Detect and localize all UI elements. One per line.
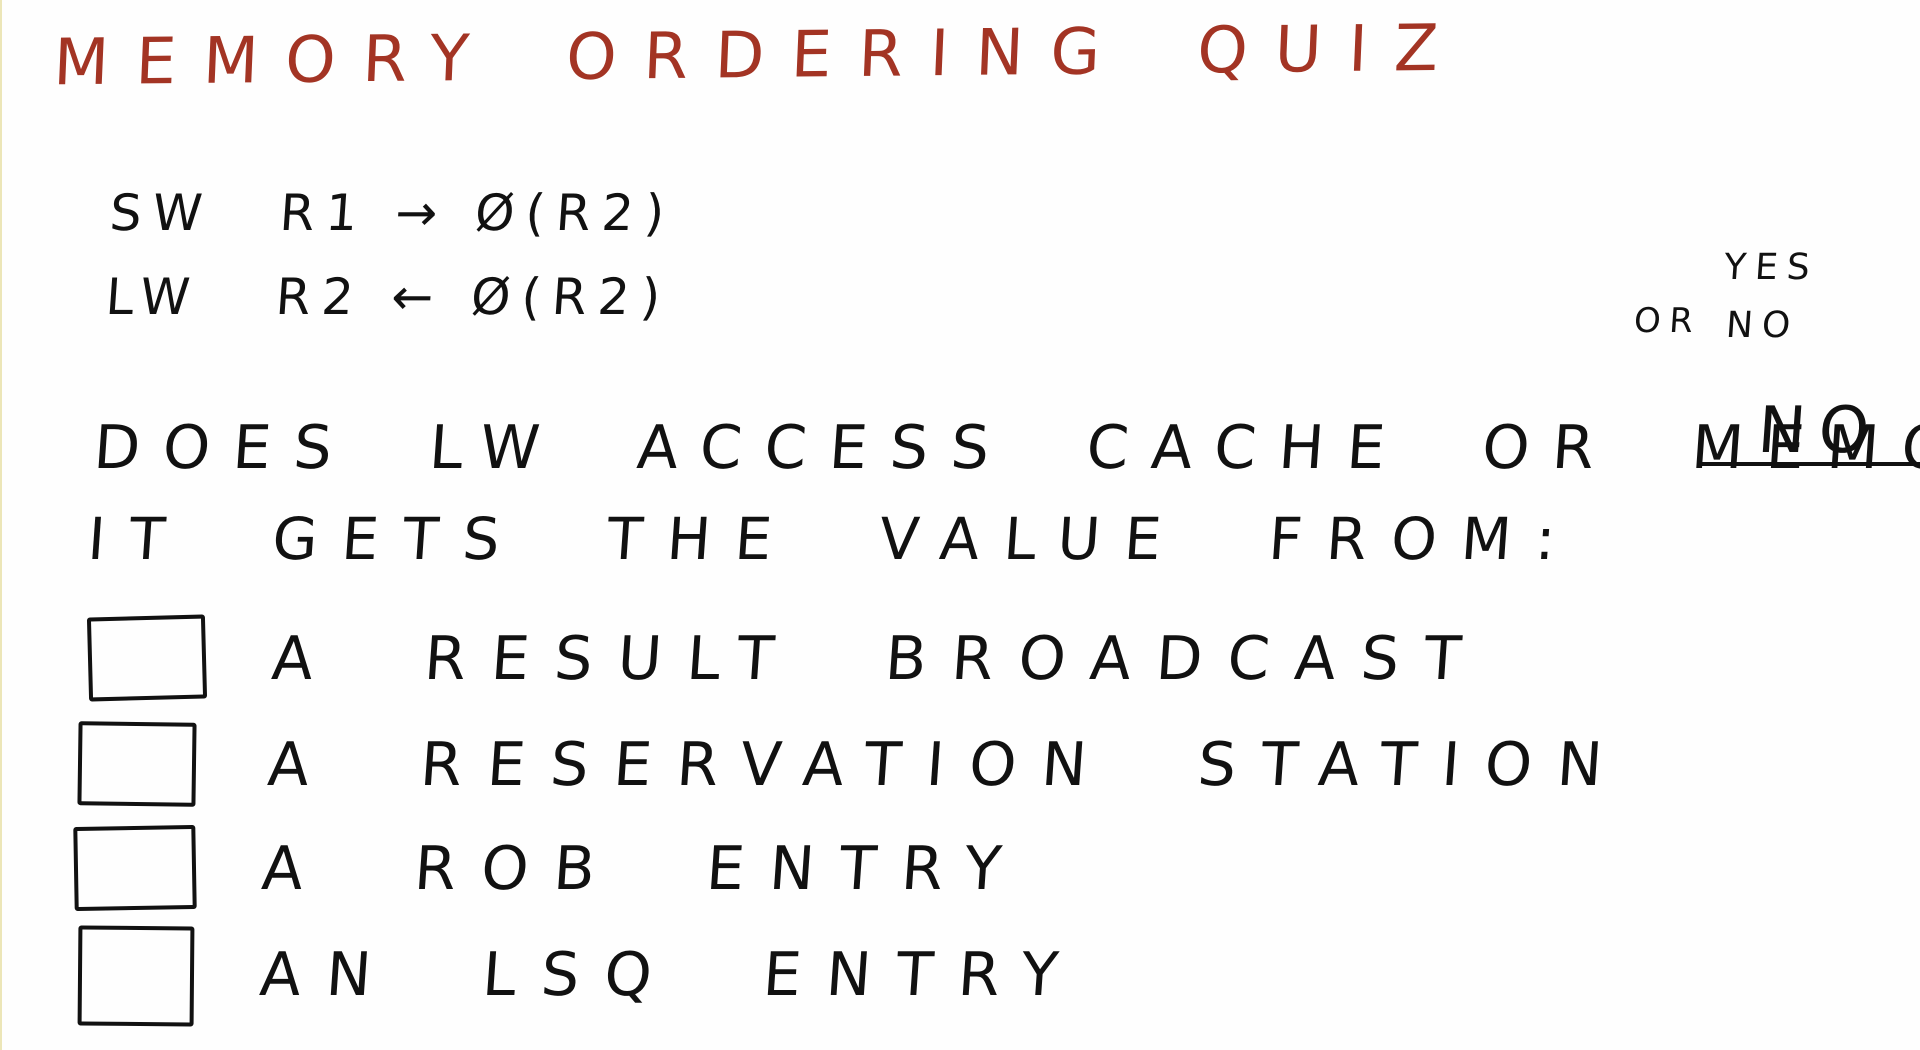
or-hint: OR	[1632, 301, 1703, 341]
load-operands: R2 ← Ø(R2)	[273, 268, 674, 326]
checkbox[interactable]	[86, 614, 208, 702]
option-label: A RESULT BROADCAST	[269, 624, 1489, 694]
store-opcode: SW	[107, 184, 216, 242]
prompt-text: IT GETS THE VALUE FROM:	[85, 505, 1582, 573]
checkbox[interactable]	[77, 721, 197, 807]
question-text: DOES LW ACCESS CACHE OR MEMORY?	[91, 413, 1920, 483]
answer-value: NO	[1755, 394, 1885, 468]
checkbox[interactable]	[77, 925, 195, 1027]
option-label: A ROB ENTRY	[259, 834, 1029, 904]
quiz-title: MEMORY ORDERING QUIZ	[52, 12, 1466, 101]
code-line-load: LW R2 ← Ø(R2)	[103, 268, 673, 326]
whiteboard: MEMORY ORDERING QUIZ SW R1 → Ø(R2) LW R2 ← Ø…	[0, 0, 1920, 1050]
title-word-3: QUIZ	[1195, 11, 1467, 89]
no-hint: NO	[1724, 305, 1801, 346]
checkbox[interactable]	[73, 824, 197, 912]
store-operands: R1 → Ø(R2)	[277, 184, 678, 242]
title-word-1: MEMORY	[52, 21, 498, 101]
code-line-store: SW R1 → Ø(R2)	[107, 184, 677, 242]
option-label: A RESERVATION STATION	[265, 730, 1630, 800]
title-word-2: ORDERING	[564, 15, 1129, 96]
load-opcode: LW	[103, 268, 203, 326]
yes-hint: YES	[1722, 247, 1821, 288]
option-label: AN LSQ ENTRY	[257, 940, 1086, 1010]
